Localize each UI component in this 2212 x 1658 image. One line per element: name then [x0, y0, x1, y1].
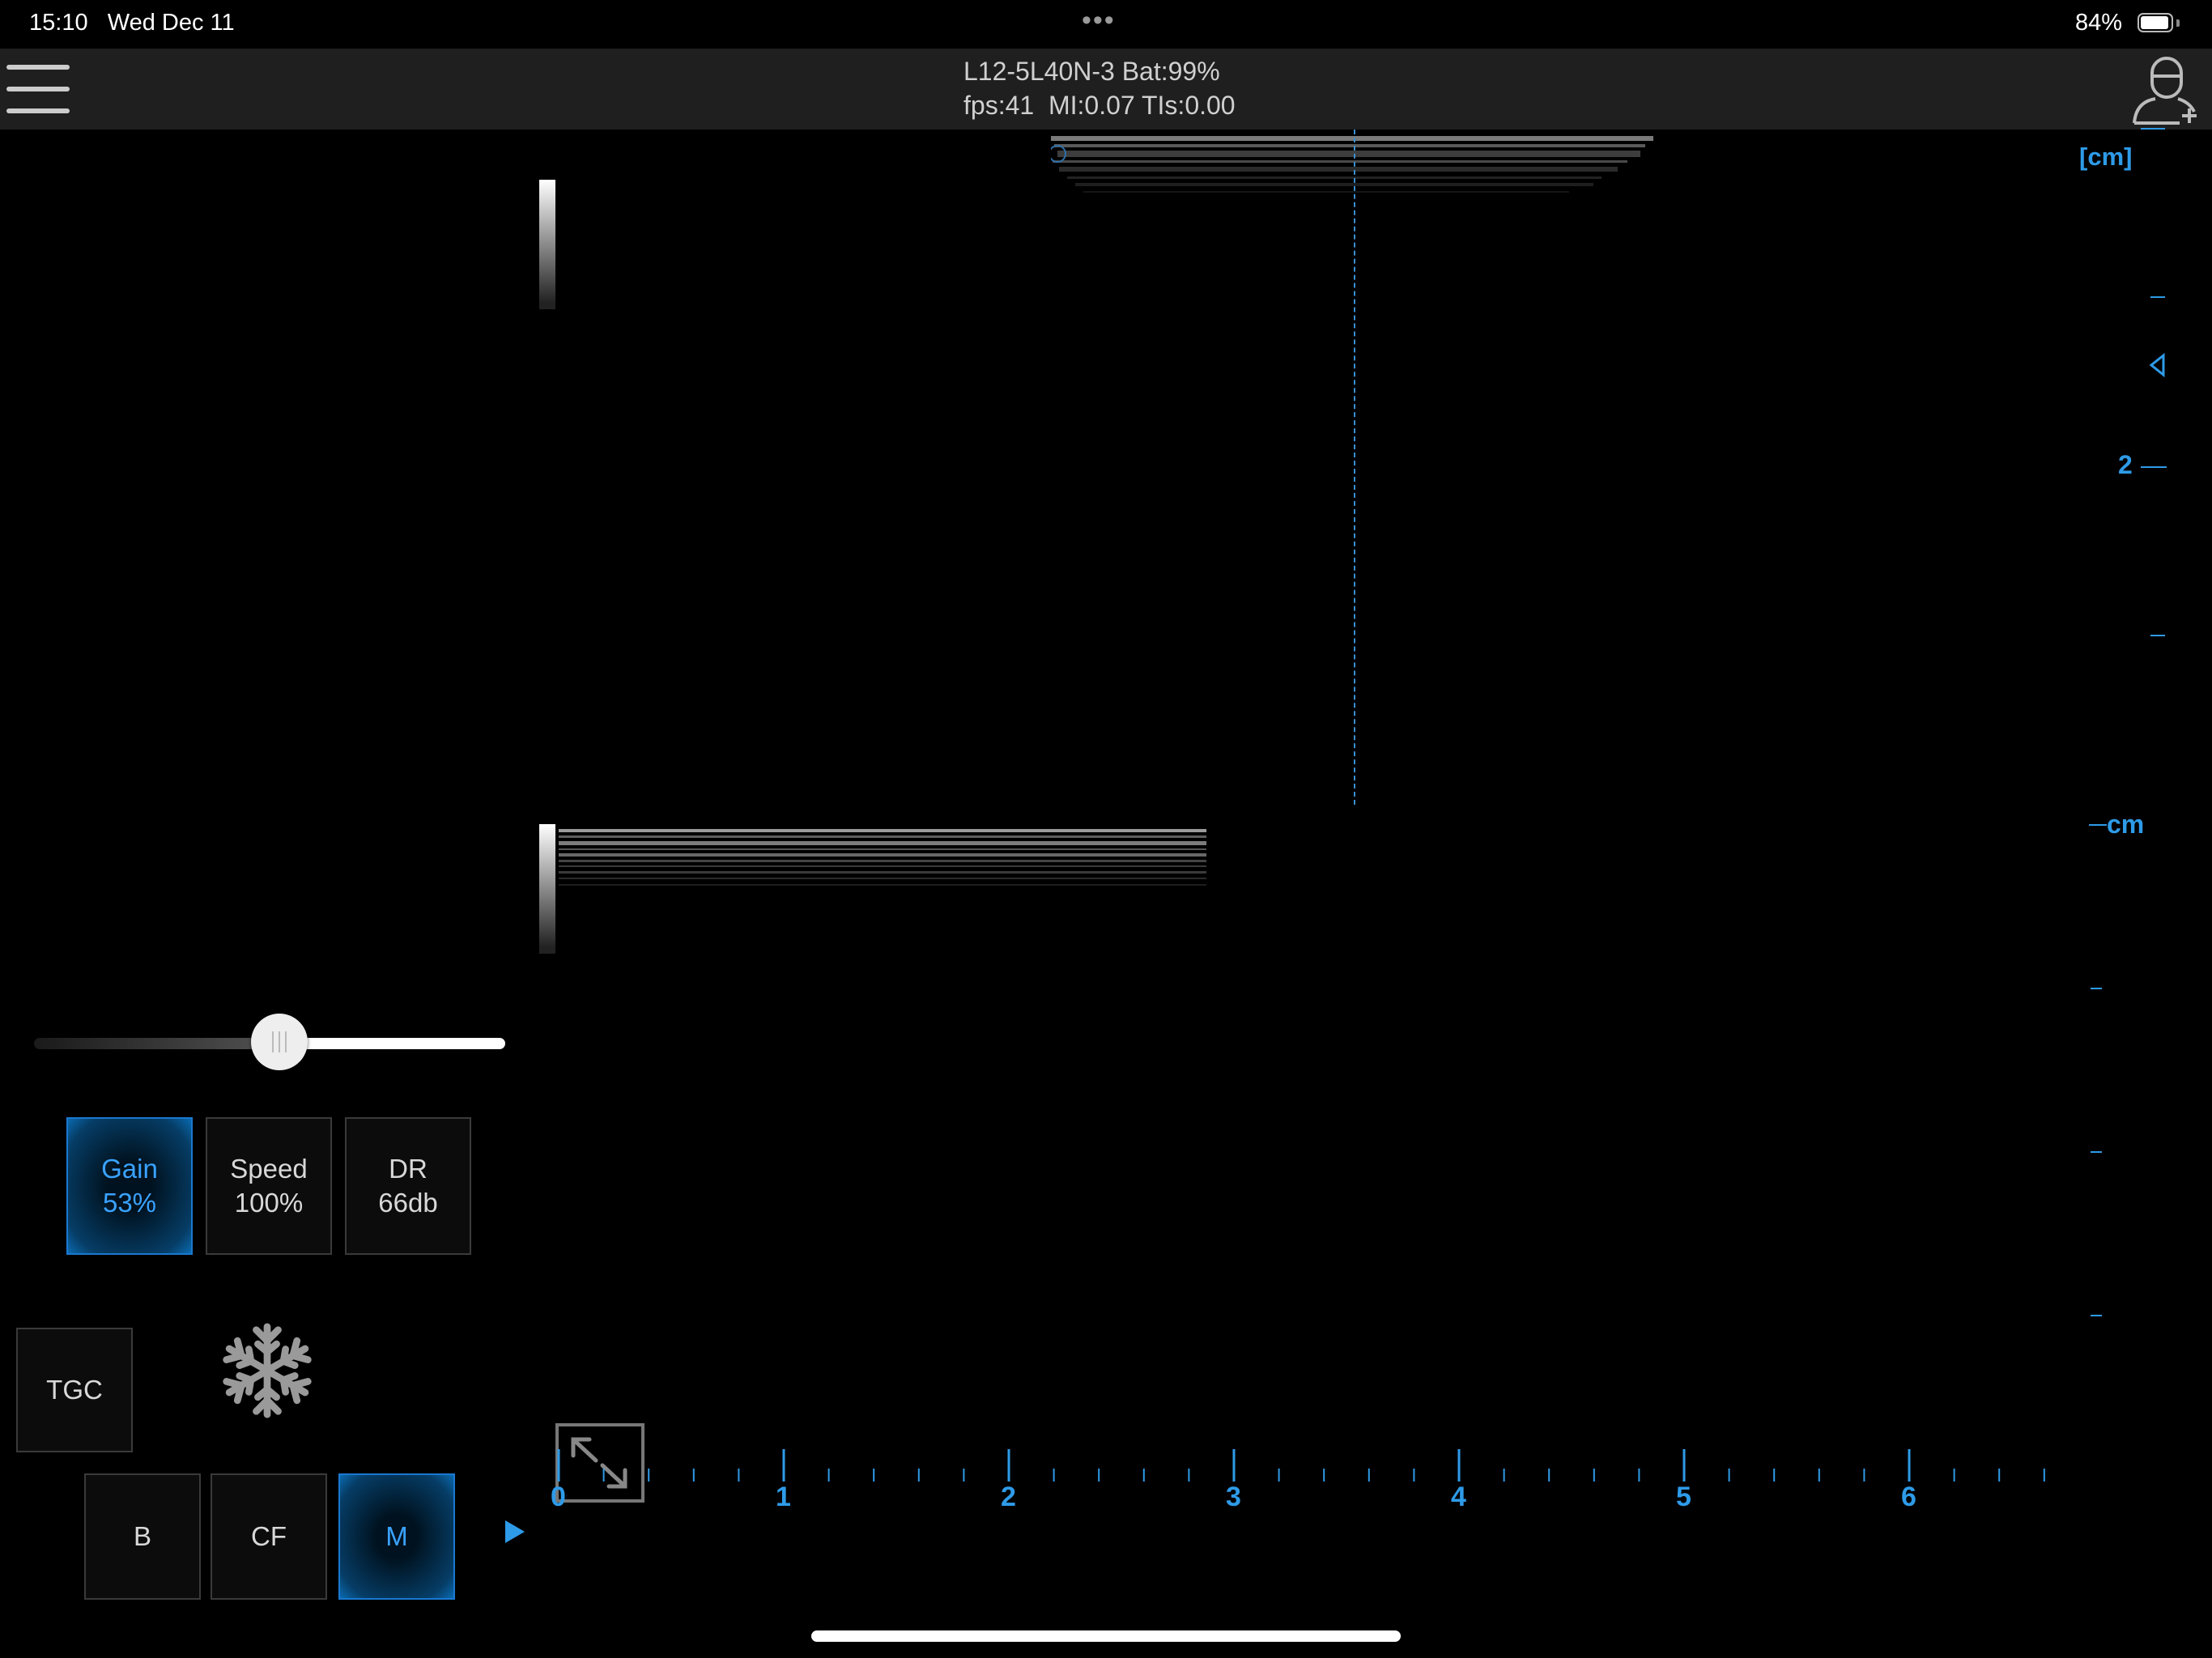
- m-mode-label: M: [385, 1521, 408, 1551]
- home-indicator[interactable]: [811, 1630, 1401, 1642]
- depth-tick: [2141, 128, 2165, 130]
- acquisition-info: fps:41 MI:0.07 TIs:0.00: [963, 91, 1236, 120]
- time-label: 5: [1676, 1482, 1691, 1512]
- time-text: 15:10: [29, 10, 88, 36]
- probe-info: L12-5L40N-3 Bat:99%: [963, 57, 1220, 86]
- speed-button[interactable]: Speed 100%: [206, 1117, 332, 1255]
- m-mode-button[interactable]: M: [338, 1473, 455, 1600]
- m-depth-tick: [2091, 1315, 2102, 1316]
- gain-label: Gain: [101, 1154, 158, 1184]
- date-text: Wed Dec 11: [107, 10, 235, 36]
- depth-tick: [2141, 466, 2167, 468]
- battery-cap: [2176, 19, 2180, 27]
- m-grayscale-bar: [539, 824, 555, 954]
- dr-label: DR: [389, 1154, 428, 1184]
- dr-value: 66db: [378, 1188, 438, 1218]
- play-icon[interactable]: [505, 1520, 525, 1543]
- depth-marker-icon[interactable]: [2147, 353, 2167, 377]
- add-patient-icon[interactable]: [2129, 55, 2202, 126]
- battery-icon: [2138, 13, 2173, 32]
- b-mode-button[interactable]: B: [84, 1473, 201, 1600]
- m-depth-tick: [2091, 988, 2102, 989]
- speed-label: Speed: [230, 1154, 308, 1184]
- m-depth-tick: [2089, 824, 2107, 826]
- time-label: 1: [776, 1482, 791, 1512]
- freeze-icon[interactable]: [220, 1320, 314, 1422]
- m-depth-unit: cm: [2107, 810, 2145, 839]
- cf-mode-label: CF: [251, 1521, 287, 1551]
- m-depth-tick: [2091, 1151, 2102, 1153]
- m-mode-trace: [559, 829, 1206, 886]
- b-grayscale-bar: [539, 180, 555, 309]
- b-mode-label: B: [133, 1521, 151, 1551]
- dynamic-range-button[interactable]: DR 66db: [345, 1117, 471, 1255]
- gain-button[interactable]: Gain 53%: [66, 1117, 193, 1255]
- status-time: 15:10 Wed Dec 11: [29, 10, 235, 36]
- time-label: 6: [1901, 1482, 1916, 1512]
- time-label: 2: [1001, 1482, 1016, 1512]
- time-label: 0: [551, 1482, 566, 1512]
- depth-label-2: 2: [2118, 450, 2133, 479]
- time-label: 4: [1451, 1482, 1466, 1512]
- depth-unit-label: [cm]: [2079, 142, 2133, 171]
- battery-percent: 84%: [2075, 10, 2123, 36]
- multitask-dots[interactable]: •••: [1082, 5, 1116, 36]
- depth-tick: [2150, 635, 2165, 636]
- gain-slider-thumb[interactable]: [251, 1014, 308, 1070]
- tgc-button[interactable]: TGC: [16, 1328, 133, 1452]
- speed-value: 100%: [234, 1188, 304, 1218]
- time-label: 3: [1226, 1482, 1241, 1512]
- m-line-cursor[interactable]: [1354, 130, 1355, 805]
- gain-value: 53%: [102, 1188, 157, 1218]
- depth-tick: [2150, 296, 2165, 298]
- b-mode-image[interactable]: [1051, 134, 1653, 209]
- menu-icon[interactable]: [6, 63, 70, 115]
- cf-mode-button[interactable]: CF: [211, 1473, 327, 1600]
- tgc-label: TGC: [46, 1375, 103, 1405]
